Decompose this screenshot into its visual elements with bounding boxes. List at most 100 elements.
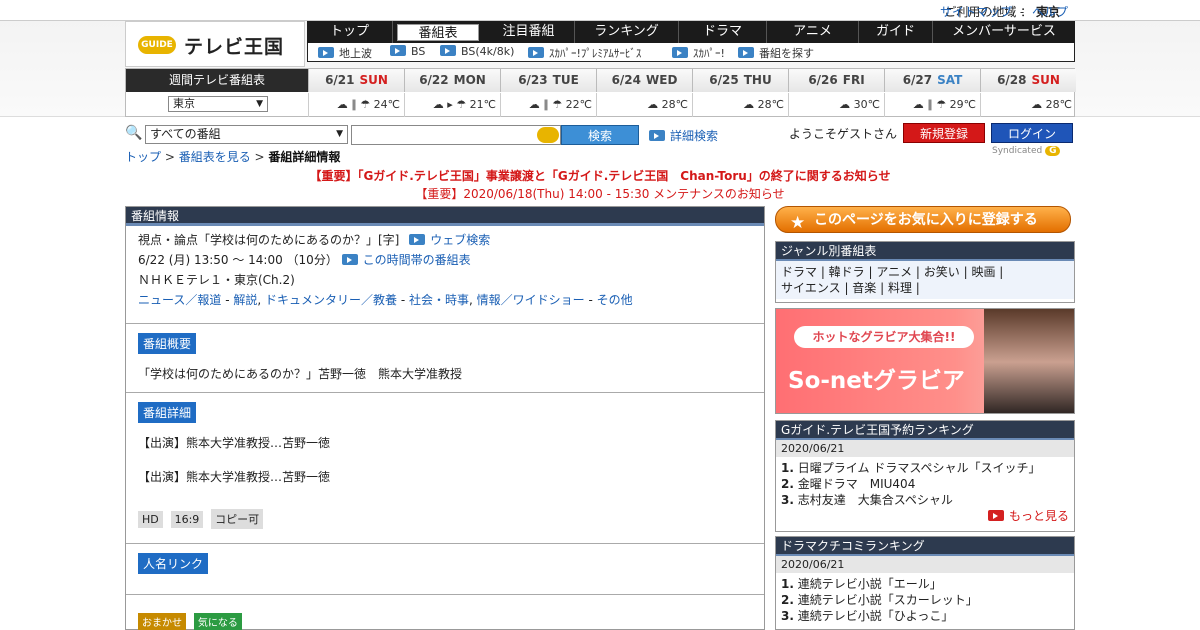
- add-favorite-label: このページをお気に入りに登録する: [814, 212, 1038, 228]
- day-date: 6/23: [518, 73, 548, 87]
- breadcrumb-top[interactable]: トップ: [125, 150, 161, 164]
- nav-member-service[interactable]: メンバーサービス: [933, 21, 1075, 43]
- genre-links: ニュース／報道 - 解説, ドキュメンタリー／教養 - 社会・時事, 情報／ワイ…: [138, 293, 633, 307]
- day-header[interactable]: 6/24 WED: [596, 69, 692, 92]
- genre-links-line2[interactable]: サイエンス | 音楽 | 料理 |: [781, 280, 1069, 296]
- see-more-link[interactable]: もっと見る: [987, 509, 1069, 523]
- day-header[interactable]: 6/26 FRI: [788, 69, 884, 92]
- syndicated-badge: Syndicated G: [992, 146, 1061, 156]
- reservation-ranking-header: Gガイド.テレビ王国予約ランキング: [776, 421, 1074, 440]
- sub-nav: 地上波 BS BS(4k/8k) ｽｶﾊﾟｰ!ﾌﾟﾚﾐｱﾑｻｰﾋﾞｽ ｽｶﾊﾟｰ…: [307, 43, 1075, 62]
- nav-top[interactable]: トップ: [307, 21, 393, 43]
- day-weather: ☁ ▸ ☂ 21℃: [404, 93, 500, 117]
- important-notice-link[interactable]: 【重要】「Gガイド.テレビ王国」事業譲渡と「Gガイド.テレビ王国 Chan-To…: [0, 167, 1200, 184]
- day-header[interactable]: 6/22 MON: [404, 69, 500, 92]
- arrow-icon: [528, 47, 544, 58]
- subnav-bs[interactable]: BS: [390, 45, 425, 58]
- search-input[interactable]: [351, 125, 561, 145]
- maintenance-notice-link[interactable]: 【重要】2020/06/18(Thu) 14:00 - 15:30 メンテナンス…: [0, 185, 1200, 202]
- day-weather: ☁ ∥ ☂ 29℃: [884, 93, 980, 117]
- nav-drama[interactable]: ドラマ: [679, 21, 767, 43]
- arrow-icon: [672, 47, 688, 58]
- ranking-date: 2020/06/21: [776, 440, 1074, 457]
- drama-review-item-2[interactable]: 2. 連続テレビ小説「スカーレット」: [781, 592, 1069, 608]
- program-info-panel: 番組情報 視点・論点「学校は何のためにあるのか？」[字] ウェブ検索 6/22 …: [125, 206, 765, 630]
- breadcrumb-schedule[interactable]: 番組表を見る: [179, 150, 251, 164]
- login-button[interactable]: ログイン: [991, 123, 1073, 143]
- subnav-skyperfect[interactable]: ｽｶﾊﾟｰ!: [672, 45, 725, 61]
- kininaru-button[interactable]: 気になる: [193, 613, 242, 630]
- sitemap-link[interactable]: サイトマップ: [940, 5, 1012, 19]
- ad-pill: ホットなグラビア大集合!!: [794, 326, 974, 348]
- day-date: 6/27: [902, 73, 933, 87]
- nav-schedule[interactable]: 番組表: [397, 24, 479, 41]
- nav-guide[interactable]: ガイド: [859, 21, 933, 43]
- region-select-value: 東京: [173, 97, 195, 110]
- day-date: 6/22: [419, 73, 449, 87]
- day-weather: ☁ ∥ ☂ 24℃: [308, 93, 404, 117]
- subnav-terrestrial[interactable]: 地上波: [318, 45, 372, 61]
- program-cast-1: 【出演】熊本大学准教授…苫野一徳: [138, 436, 331, 450]
- program-channel: ＮＨＫＥテレ１・東京(Ch.2): [138, 273, 295, 287]
- weekly-schedule-label[interactable]: 週間テレビ番組表: [126, 69, 308, 92]
- arrow-icon: [409, 234, 426, 245]
- arrow-icon: [738, 47, 754, 58]
- people-link-section: 人名リンク: [126, 544, 764, 595]
- ranking-item-label: 日曜プライム ドラマスペシャル「スイッチ」: [797, 461, 1041, 475]
- ranking-item-2[interactable]: 2. 金曜ドラマ MIU404: [781, 476, 1069, 492]
- subnav-skyperfect-premium[interactable]: ｽｶﾊﾟｰ!ﾌﾟﾚﾐｱﾑｻｰﾋﾞｽ: [528, 45, 641, 61]
- genre-box-header: ジャンル別番組表: [776, 242, 1074, 261]
- help-link[interactable]: ヘルプ: [1032, 5, 1068, 19]
- day-header[interactable]: 6/21 SUN: [308, 69, 404, 92]
- day-weekday: SUN: [1031, 73, 1060, 87]
- subnav-bs4k[interactable]: BS(4k/8k): [440, 45, 514, 58]
- drama-review-item-1[interactable]: 1. 連続テレビ小説「エール」: [781, 576, 1069, 592]
- program-title: 視点・論点「学校は何のためにあるのか？」[字]: [138, 233, 400, 247]
- program-type-select[interactable]: すべての番組 ▼: [145, 125, 348, 144]
- sonet-gravure-ad[interactable]: ホットなグラビア大集合!! So-netグラビア: [775, 308, 1075, 414]
- day-header[interactable]: 6/28 SUN: [980, 69, 1076, 92]
- nav-ranking[interactable]: ランキング: [575, 21, 679, 43]
- copy-badge: コピー可: [211, 509, 264, 529]
- day-header[interactable]: 6/23 TUE: [500, 69, 596, 92]
- subnav-label: ｽｶﾊﾟｰ!ﾌﾟﾚﾐｱﾑｻｰﾋﾞｽ: [549, 47, 642, 60]
- omakase-button[interactable]: おまかせ: [138, 613, 186, 630]
- region-select[interactable]: 東京 ▼: [168, 96, 268, 112]
- top-links: サイトマップ - ヘルプ: [940, 3, 1068, 20]
- genre-link[interactable]: 解説: [233, 293, 257, 307]
- genre-link[interactable]: ドキュメンタリー／教養: [265, 293, 397, 307]
- breadcrumb: トップ > 番組表を見る > 番組詳細情報: [125, 148, 340, 165]
- drama-review-item-3[interactable]: 3. 連続テレビ小説「ひよっこ」: [781, 608, 1069, 624]
- genre-link[interactable]: 情報／ワイドショー: [477, 293, 585, 307]
- day-date: 6/21: [325, 73, 355, 87]
- register-button[interactable]: 新規登録: [903, 123, 985, 143]
- advanced-search-link[interactable]: 詳細検索: [649, 127, 718, 144]
- day-weekday: TUE: [552, 73, 579, 87]
- ranking-item-3[interactable]: 3. 志村友達 大集合スペシャル: [781, 492, 1069, 508]
- day-header[interactable]: 6/25 THU: [692, 69, 788, 92]
- ranking-item-1[interactable]: 1. 日曜プライム ドラマスペシャル「スイッチ」: [781, 460, 1069, 476]
- day-weather: ☁ ∥ ☂ 22℃: [500, 93, 596, 117]
- program-cast-2: 【出演】熊本大学准教授…苫野一徳: [138, 470, 331, 484]
- subnav-find-program[interactable]: 番組を探す: [738, 45, 814, 61]
- syndicated-label: Syndicated: [992, 146, 1043, 156]
- nav-anime[interactable]: アニメ: [767, 21, 859, 43]
- search-button[interactable]: 検索: [561, 125, 639, 145]
- timeslot-schedule-link[interactable]: この時間帯の番組表: [341, 253, 471, 267]
- add-favorite-button[interactable]: ★ このページをお気に入りに登録する: [775, 206, 1071, 233]
- day-header[interactable]: 6/27 SAT: [884, 69, 980, 92]
- day-weekday: SAT: [937, 73, 963, 87]
- day-date: 6/25: [709, 73, 739, 87]
- genre-link[interactable]: ニュース／報道: [138, 293, 221, 307]
- drama-review-header: ドラマクチコミランキング: [776, 537, 1074, 556]
- subnav-label: ｽｶﾊﾟｰ!: [693, 47, 725, 60]
- hd-badge: HD: [138, 511, 163, 528]
- site-logo[interactable]: GUIDE テレビ王国: [125, 21, 305, 67]
- genre-links-line1[interactable]: ドラマ | 韓ドラ | アニメ | お笑い | 映画 |: [781, 264, 1069, 280]
- nav-featured[interactable]: 注目番組: [483, 21, 575, 43]
- drama-review-label: 連続テレビ小説「エール」: [797, 577, 942, 591]
- ranking-item-label: 金曜ドラマ MIU404: [797, 477, 916, 491]
- web-search-link[interactable]: ウェブ検索: [409, 233, 490, 247]
- genre-link[interactable]: 社会・時事: [409, 293, 469, 307]
- genre-link[interactable]: その他: [597, 293, 633, 307]
